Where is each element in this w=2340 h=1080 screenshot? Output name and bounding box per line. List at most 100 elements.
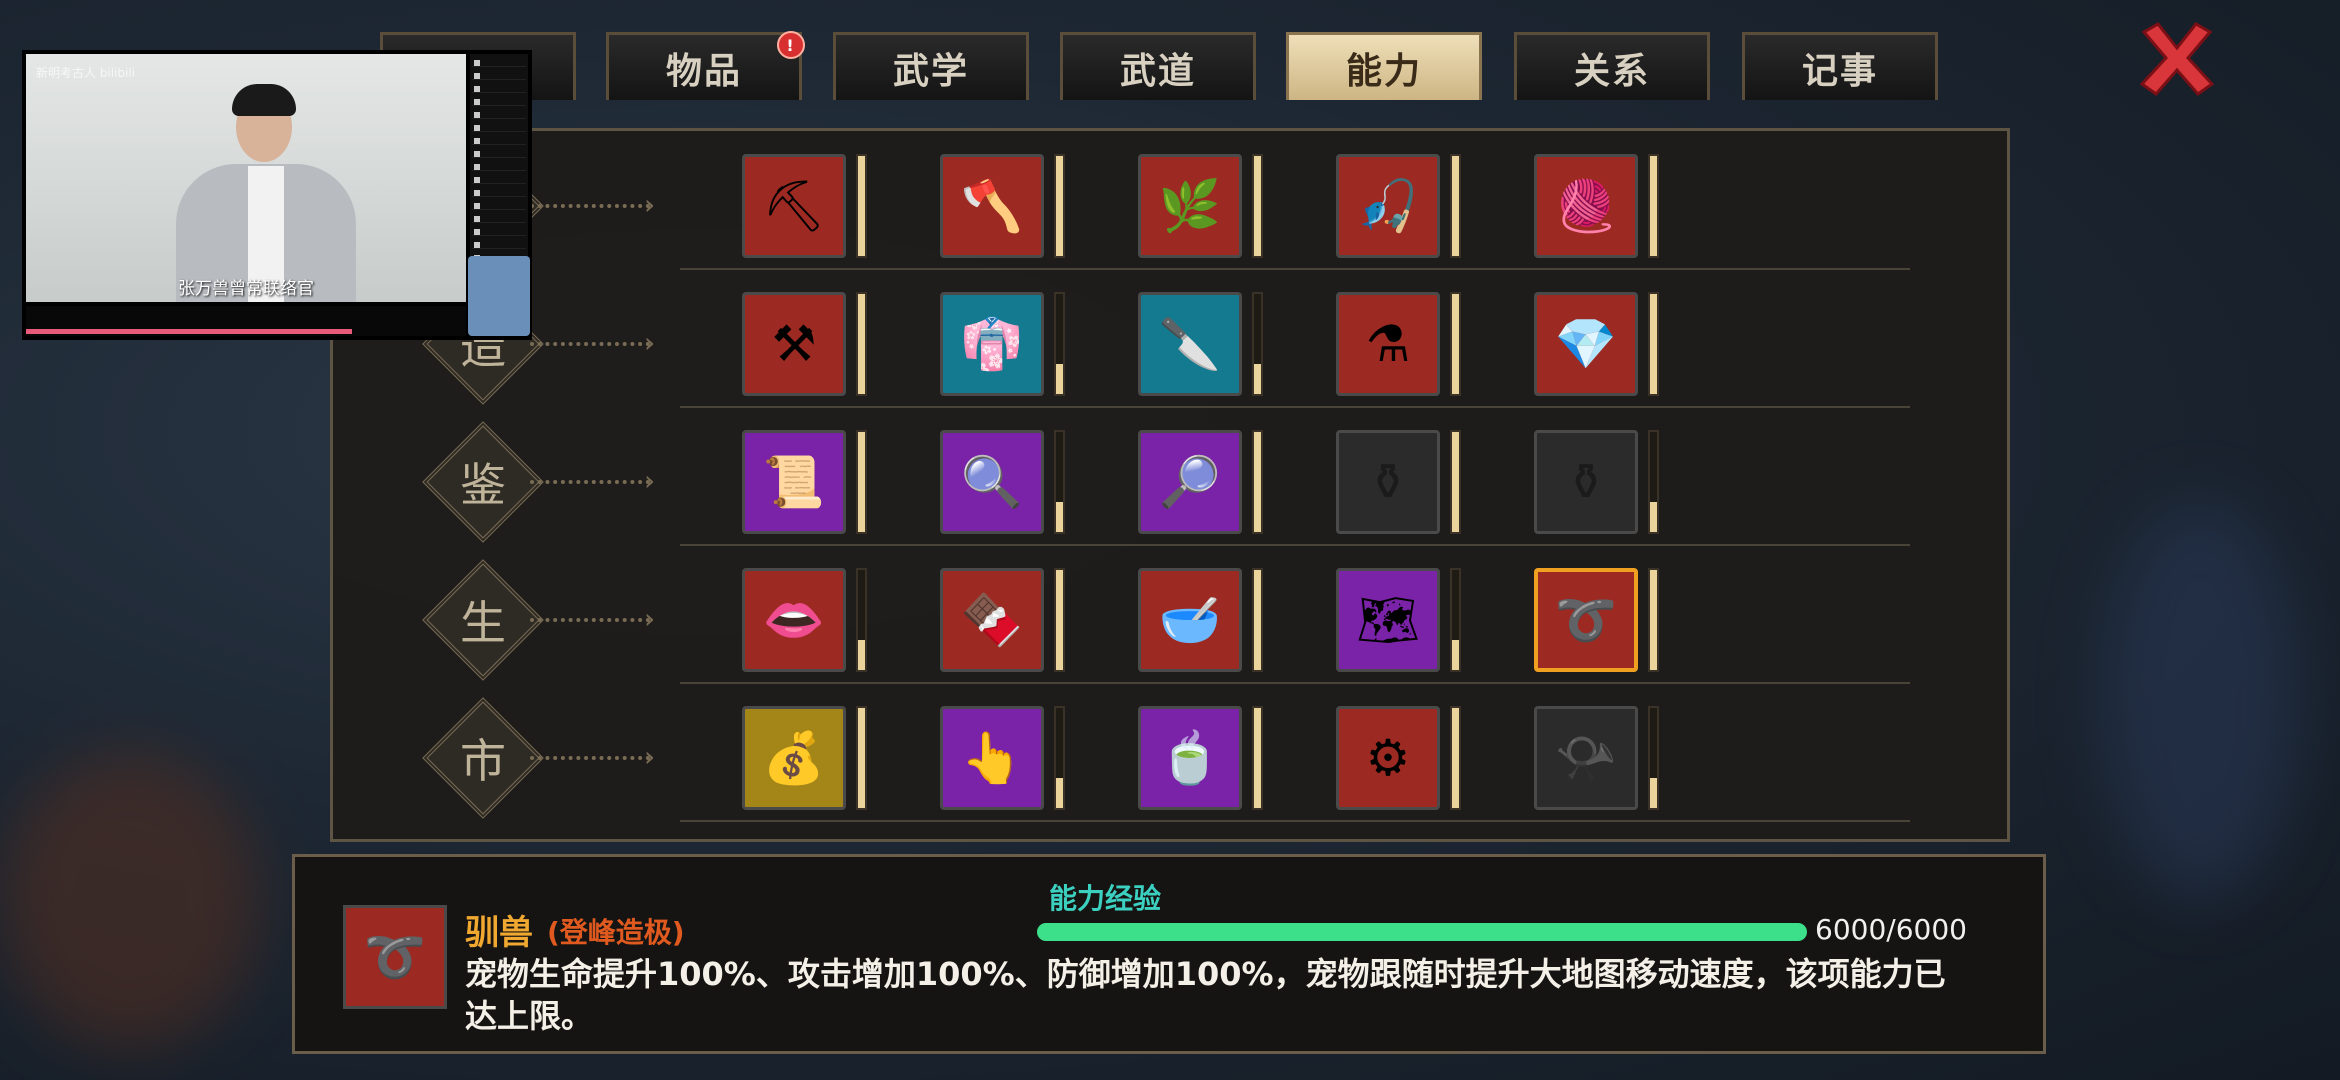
money-bag-icon[interactable]: 💰 — [742, 706, 846, 810]
list-item[interactable] — [472, 184, 526, 197]
skill-level-fill — [1056, 778, 1063, 808]
video-progress-bar[interactable] — [26, 329, 352, 334]
skill-glyph: 🥣 — [1158, 591, 1222, 649]
skill-level-fill — [1056, 364, 1063, 394]
arrow-right-icon: › — [644, 188, 656, 221]
skill-level-bar — [1648, 292, 1659, 396]
row-divider — [680, 682, 1910, 684]
appraise-locked-icon[interactable]: ⚱ — [1336, 430, 1440, 534]
skill-level-bar — [1054, 706, 1065, 810]
anvil-icon[interactable]: ⚒ — [742, 292, 846, 396]
skill-level-fill — [1254, 364, 1261, 394]
list-item[interactable] — [472, 106, 526, 119]
category-label: 生 — [460, 596, 506, 650]
weaving-icon[interactable]: 🧶 — [1534, 154, 1638, 258]
skill-level-fill — [1452, 432, 1459, 532]
video-frame[interactable]: 新明考古人 bilibili 张万兽曾常联络官 — [26, 54, 466, 302]
row-divider — [680, 406, 1910, 408]
skill-glyph: 🔪 — [1158, 315, 1222, 373]
skill-level-fill — [1452, 156, 1459, 256]
list-item[interactable] — [472, 119, 526, 132]
finger-icon[interactable]: 👆 — [940, 706, 1044, 810]
background-glow — [0, 750, 260, 1050]
ore-pickaxe-icon[interactable]: ⛏ — [742, 154, 846, 258]
category-label: 鉴 — [460, 458, 506, 512]
skill-level-fill — [1254, 570, 1261, 670]
skill-glyph: 💰 — [762, 729, 826, 787]
skill-glyph: 🌿 — [1158, 177, 1222, 235]
tab-2[interactable]: 物品! — [606, 31, 805, 100]
tailoring-icon[interactable]: 👘 — [940, 292, 1044, 396]
tea-icon[interactable]: 🍵 — [1138, 706, 1242, 810]
appraise-paper-icon[interactable]: 🔍 — [940, 430, 1044, 534]
video-controls[interactable] — [26, 306, 466, 336]
skill-level-bar — [1054, 430, 1065, 534]
skill-level-fill — [1254, 708, 1261, 808]
skill-level-bar — [1450, 292, 1461, 396]
close-button[interactable] — [2136, 18, 2218, 100]
herb-basket-icon[interactable]: 🌿 — [1138, 154, 1242, 258]
tab-5[interactable]: 能力 — [1286, 32, 1482, 100]
list-item[interactable] — [472, 210, 526, 223]
skill-glyph: ⚒ — [771, 315, 817, 373]
list-item[interactable] — [472, 223, 526, 236]
row-connector — [530, 756, 650, 760]
gem-icon[interactable]: 💎 — [1534, 292, 1638, 396]
horn-locked-icon[interactable]: 📯 — [1534, 706, 1638, 810]
list-item[interactable] — [472, 158, 526, 171]
list-item[interactable] — [472, 80, 526, 93]
list-item[interactable] — [472, 145, 526, 158]
skill-level-bar — [856, 430, 867, 534]
list-item[interactable] — [472, 236, 526, 249]
appraise-locked-2-icon[interactable]: ⚱ — [1534, 430, 1638, 534]
skill-glyph: ⚙ — [1365, 729, 1411, 787]
medicine-icon[interactable]: 👄 — [742, 568, 846, 672]
skill-glyph: ⛏ — [762, 177, 826, 235]
appraise-tool-icon[interactable]: 🔎 — [1138, 430, 1242, 534]
list-item[interactable] — [472, 132, 526, 145]
bowl-icon[interactable]: 🥣 — [1138, 568, 1242, 672]
person-figure — [232, 84, 296, 116]
background-glow — [2100, 500, 2300, 900]
tab-6[interactable]: 关系 — [1514, 32, 1710, 100]
skill-level-fill — [1650, 156, 1657, 256]
skill-level-bar — [1252, 430, 1263, 534]
skill-level-fill — [1056, 156, 1063, 256]
skill-level-fill — [1650, 570, 1657, 670]
arrow-right-icon: › — [644, 464, 656, 497]
list-item[interactable] — [472, 93, 526, 106]
skill-level-bar — [856, 154, 867, 258]
list-item[interactable] — [472, 54, 526, 67]
skill-level-bar — [1648, 706, 1659, 810]
skill-level-bar — [1648, 154, 1659, 258]
skill-level-bar — [1450, 154, 1461, 258]
skill-level-fill — [1650, 294, 1657, 394]
skill-glyph: 👆 — [960, 729, 1024, 787]
tab-3[interactable]: 武学 — [833, 32, 1029, 100]
tab-7[interactable]: 记事 — [1742, 32, 1938, 100]
wood-axe-icon[interactable]: 🪓 — [940, 154, 1044, 258]
list-item[interactable] — [472, 67, 526, 80]
skill-level-bar — [1252, 706, 1263, 810]
map-icon[interactable]: 🗺 — [1336, 568, 1440, 672]
skill-level-bar — [1054, 154, 1065, 258]
ability-detail-panel: ➰ 驯兽 (登峰造极) 能力经验 6000/6000 宠物生命提升100%、攻击… — [292, 854, 2046, 1054]
fishing-icon[interactable]: 🎣 — [1336, 154, 1440, 258]
alchemy-icon[interactable]: ⚗ — [1336, 292, 1440, 396]
tab-4[interactable]: 武道 — [1060, 32, 1256, 100]
skill-level-fill — [1452, 708, 1459, 808]
list-item[interactable] — [472, 197, 526, 210]
abacus-icon[interactable]: 🍫 — [940, 568, 1044, 672]
skill-glyph: ⚱ — [1367, 453, 1409, 511]
skill-glyph: 👘 — [960, 315, 1024, 373]
gear-icon[interactable]: ⚙ — [1336, 706, 1440, 810]
appraise-scroll-icon[interactable]: 📜 — [742, 430, 846, 534]
skill-level-bar — [856, 706, 867, 810]
skill-level-fill — [858, 432, 865, 532]
cooking-icon[interactable]: 🔪 — [1138, 292, 1242, 396]
list-item[interactable] — [472, 171, 526, 184]
row-connector — [530, 342, 650, 346]
whip-icon[interactable]: ➰ — [1534, 568, 1638, 672]
skill-glyph: 🔍 — [960, 453, 1024, 511]
video-overlay[interactable]: 新明考古人 bilibili 张万兽曾常联络官 — [22, 50, 532, 340]
